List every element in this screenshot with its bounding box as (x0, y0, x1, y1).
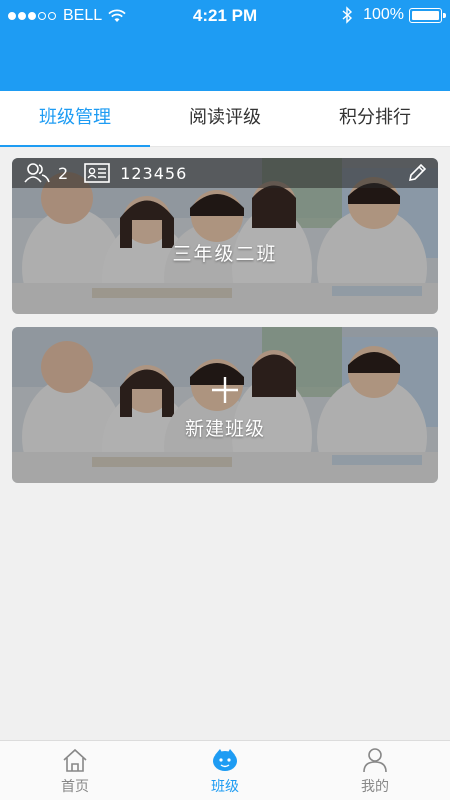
class-code: 123456 (120, 163, 188, 183)
battery-percent: 100% (363, 6, 404, 23)
new-class-card[interactable]: 新建班级 (12, 327, 438, 483)
nav-home[interactable]: 首页 (0, 741, 150, 800)
class-card[interactable]: 2 123456 三年级二班 (12, 158, 438, 314)
photo-overlay (12, 327, 438, 483)
bottom-nav: 首页 班级 我的 (0, 740, 450, 800)
class-info-bar: 2 123456 (12, 158, 438, 188)
tab-reading-rating[interactable]: 阅读评级 (150, 91, 300, 146)
id-card-icon (84, 163, 110, 183)
app-header: BELL 4:21 PM 100% (0, 0, 450, 91)
class-name: 三年级二班 (172, 243, 278, 265)
edit-icon[interactable] (406, 162, 428, 184)
tab-points-ranking[interactable]: 积分排行 (300, 91, 450, 146)
home-icon (63, 748, 87, 772)
nav-profile-label: 我的 (361, 779, 389, 795)
new-class-label: 新建班级 (184, 418, 265, 440)
status-right: 100% (341, 6, 446, 24)
tab-class-management[interactable]: 班级管理 (0, 91, 150, 147)
status-bar: BELL 4:21 PM 100% (0, 0, 450, 32)
nav-home-label: 首页 (61, 779, 89, 795)
profile-icon (363, 748, 387, 773)
class-icon (213, 749, 237, 771)
members-count: 2 (58, 163, 69, 183)
members-icon (24, 163, 50, 183)
battery-icon (409, 7, 446, 23)
bluetooth-icon (342, 6, 353, 24)
nav-profile[interactable]: 我的 (300, 741, 450, 800)
nav-class-label: 班级 (211, 779, 239, 795)
plus-icon (212, 377, 238, 403)
nav-class[interactable]: 班级 (150, 741, 300, 800)
top-tabs: 班级管理 阅读评级 积分排行 (0, 91, 450, 147)
